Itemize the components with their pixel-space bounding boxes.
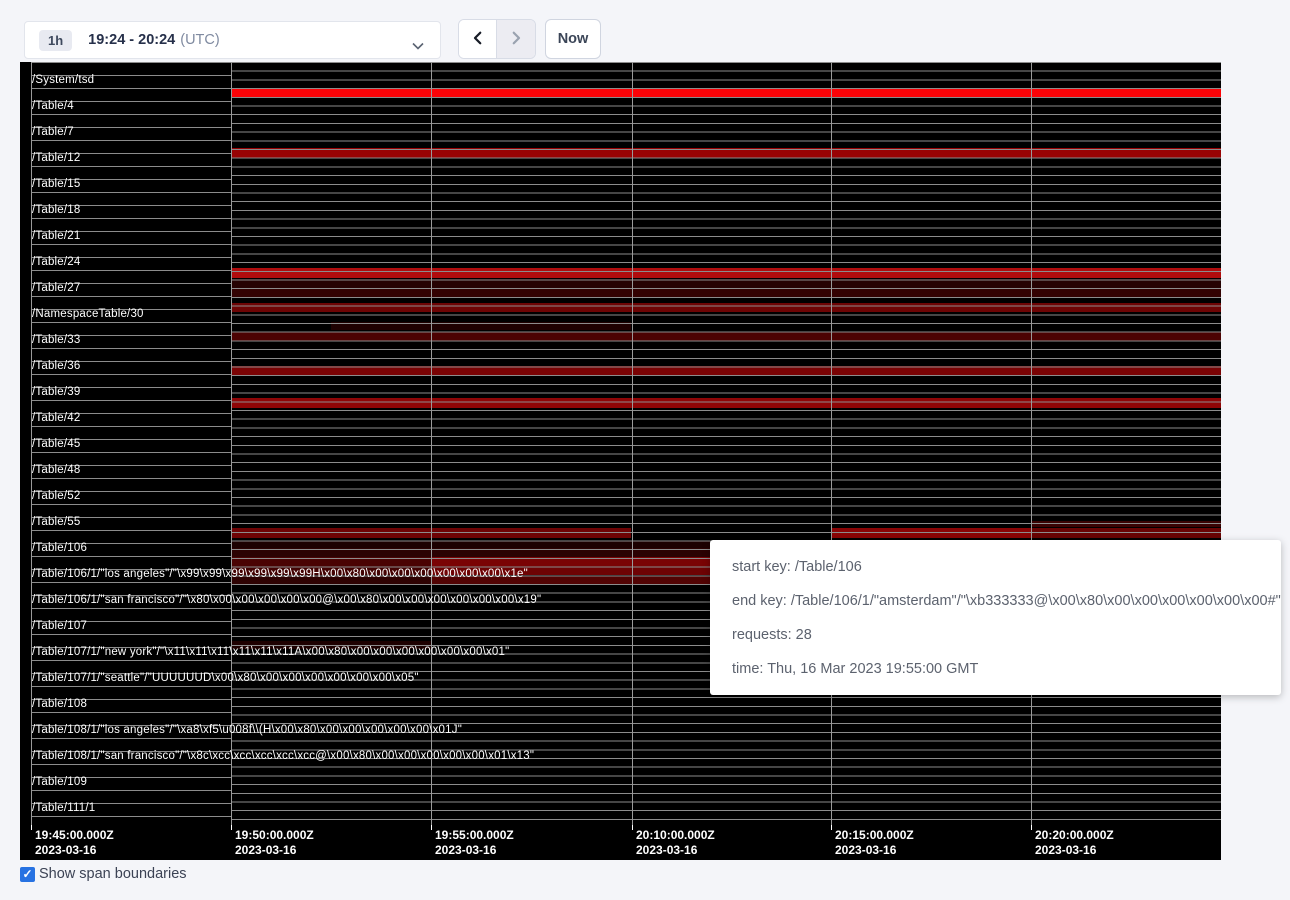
time-gridline	[431, 62, 432, 825]
time-gridline	[231, 62, 232, 825]
heat-band[interactable]	[231, 398, 1221, 408]
prev-time-button[interactable]	[459, 20, 497, 58]
axis-tick	[632, 825, 633, 830]
row-label: /Table/42	[32, 412, 80, 424]
heat-band[interactable]	[231, 332, 1221, 341]
axis-date: 2023-03-16	[35, 843, 114, 858]
heat-band[interactable]	[331, 322, 631, 330]
axis-label: 19:50:00.000Z2023-03-16	[235, 828, 314, 858]
row-label: /Table/106	[32, 542, 87, 554]
tooltip-end-key: end key: /Table/106/1/"amsterdam"/"\xb33…	[732, 584, 1259, 618]
now-button[interactable]: Now	[545, 19, 601, 59]
row-label: /Table/15	[32, 178, 80, 190]
axis-time: 20:15:00.000Z	[835, 828, 914, 843]
next-time-button[interactable]	[497, 20, 535, 58]
axis-label: 19:55:00.000Z2023-03-16	[435, 828, 514, 858]
footer: ✓ Show span boundaries	[20, 866, 187, 882]
axis-time: 19:50:00.000Z	[235, 828, 314, 843]
heat-band[interactable]	[231, 366, 1221, 375]
axis-date: 2023-03-16	[636, 843, 715, 858]
chevron-right-icon	[507, 29, 525, 50]
heat-band[interactable]	[231, 303, 1221, 312]
heat-band[interactable]	[231, 279, 1221, 288]
heat-band[interactable]	[231, 557, 431, 566]
row-label: /Table/21	[32, 230, 80, 242]
axis-label: 20:10:00.000Z2023-03-16	[636, 828, 715, 858]
tooltip-requests: requests: 28	[732, 618, 1259, 652]
heat-band[interactable]	[231, 88, 1221, 98]
row-label: /Table/52	[32, 490, 80, 502]
time-gridline	[632, 62, 633, 825]
toolbar: 1h 19:24 - 20:24 (UTC) Now	[0, 0, 1290, 62]
time-range-text: 19:24 - 20:24	[88, 32, 175, 48]
axis-date: 2023-03-16	[235, 843, 314, 858]
row-label: /Table/106/1/"san francisco"/"\x80\x00\x…	[32, 594, 541, 606]
axis-tick	[31, 825, 32, 830]
heatmap-canvas[interactable]: /System/tsd/Table/4/Table/7/Table/12/Tab…	[20, 62, 1221, 860]
axis-time: 19:55:00.000Z	[435, 828, 514, 843]
heat-band[interactable]	[231, 148, 1221, 158]
axis-date: 2023-03-16	[435, 843, 514, 858]
axis-tick	[431, 825, 432, 830]
tooltip-start-key: start key: /Table/106	[732, 550, 1259, 584]
axis-time: 19:45:00.000Z	[35, 828, 114, 843]
time-gridline	[1031, 62, 1032, 825]
chevron-down-icon	[412, 37, 424, 55]
heat-band[interactable]	[831, 528, 1031, 538]
heat-band[interactable]	[231, 548, 710, 557]
time-range-badge: 1h	[39, 30, 72, 51]
axis-tick	[831, 825, 832, 830]
axis-label: 20:20:00.000Z2023-03-16	[1035, 828, 1114, 858]
time-gridline	[831, 62, 832, 825]
tooltip-time: time: Thu, 16 Mar 2023 19:55:00 GMT	[732, 652, 1259, 686]
axis-date: 2023-03-16	[1035, 843, 1114, 858]
axis-label: 20:15:00.000Z2023-03-16	[835, 828, 914, 858]
row-label: /Table/55	[32, 516, 80, 528]
x-axis: 19:45:00.000Z2023-03-1619:50:00.000Z2023…	[20, 825, 1221, 860]
heat-band[interactable]	[231, 288, 1221, 297]
axis-date: 2023-03-16	[835, 843, 914, 858]
row-label: /Table/4	[32, 100, 74, 112]
axis-tick	[231, 825, 232, 830]
row-label: /NamespaceTable/30	[32, 308, 144, 320]
time-range-selector[interactable]: 1h 19:24 - 20:24 (UTC)	[24, 21, 441, 59]
axis-time: 20:10:00.000Z	[636, 828, 715, 843]
axis-tick	[1031, 825, 1032, 830]
row-label: /Table/7	[32, 126, 74, 138]
row-label: /Table/108/1/"los angeles"/"\xa8\xf5\u00…	[32, 724, 462, 736]
row-label: /Table/36	[32, 360, 80, 372]
row-label: /System/tsd	[32, 74, 94, 86]
row-label: /Table/108	[32, 698, 87, 710]
row-label: /Table/45	[32, 438, 80, 450]
heat-band[interactable]	[1031, 521, 1221, 527]
chevron-left-icon	[469, 29, 487, 50]
row-label: /Table/107/1/"seattle"/"UUUUUUD\x00\x80\…	[32, 672, 419, 684]
heatmap-tooltip: start key: /Table/106 end key: /Table/10…	[710, 540, 1281, 695]
axis-label: 19:45:00.000Z2023-03-16	[35, 828, 114, 858]
row-label: /Table/39	[32, 386, 80, 398]
show-span-boundaries-checkbox[interactable]: ✓	[20, 867, 35, 882]
row-label: /Table/108/1/"san francisco"/"\x8c\xcc\x…	[32, 750, 534, 762]
time-range-timezone: (UTC)	[180, 32, 219, 48]
heat-band[interactable]	[431, 557, 710, 566]
time-nav-group	[458, 19, 536, 59]
row-label: /Table/48	[32, 464, 80, 476]
axis-time: 20:20:00.000Z	[1035, 828, 1114, 843]
row-label: /Table/107/1/"new york"/"\x11\x11\x11\x1…	[32, 646, 509, 658]
row-label: /Table/12	[32, 152, 80, 164]
row-label: /Table/18	[32, 204, 80, 216]
row-label: /Table/107	[32, 620, 87, 632]
heat-band[interactable]	[231, 268, 1221, 278]
row-label: /Table/111/1	[32, 802, 95, 814]
span-boundary-lines	[231, 62, 1221, 825]
row-label: /Table/109	[32, 776, 87, 788]
heat-band[interactable]	[1031, 528, 1221, 538]
row-label: /Table/24	[32, 256, 80, 268]
row-label: /Table/106/1/"los angeles"/"\x99\x99\x99…	[32, 568, 528, 580]
show-span-boundaries-label: Show span boundaries	[39, 866, 187, 882]
row-label: /Table/33	[32, 334, 80, 346]
heat-band[interactable]	[231, 541, 710, 548]
row-label: /Table/27	[32, 282, 80, 294]
